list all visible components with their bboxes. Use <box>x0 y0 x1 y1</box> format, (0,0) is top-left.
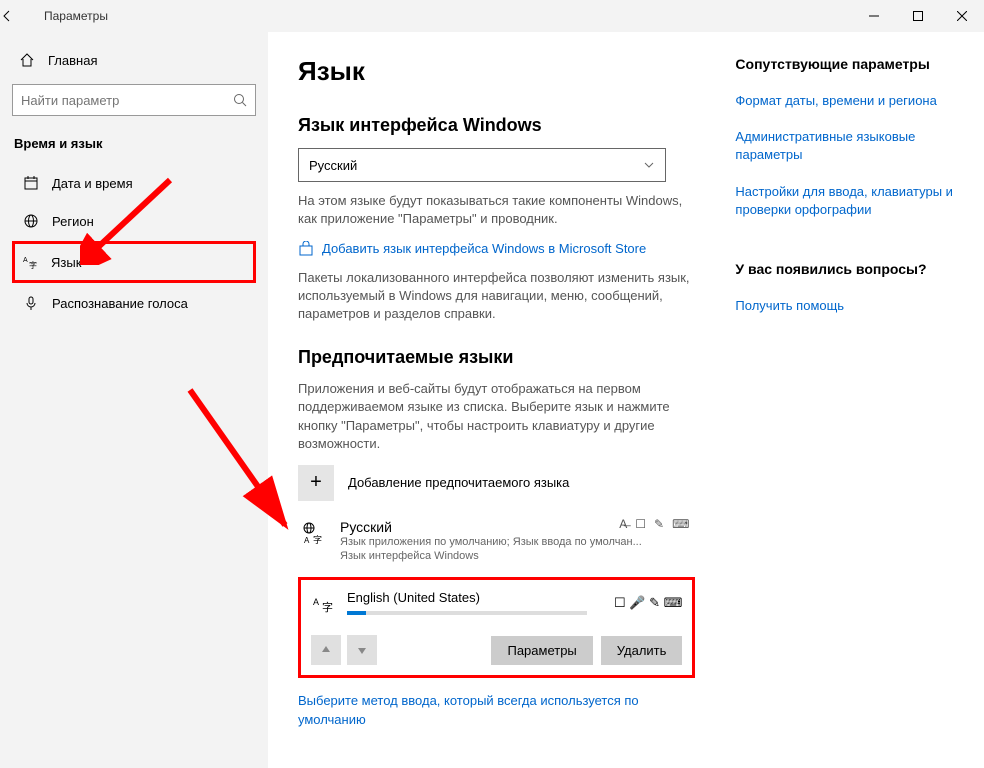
add-language-label: Добавление предпочитаемого языка <box>348 475 569 490</box>
packs-desc: Пакеты локализованного интерфейса позвол… <box>298 269 695 324</box>
back-button[interactable] <box>0 9 40 23</box>
move-down-button[interactable] <box>347 635 377 665</box>
move-up-button[interactable] <box>311 635 341 665</box>
sidebar-item-label: Язык <box>51 255 81 270</box>
search-icon <box>233 93 247 107</box>
language-item-russian[interactable]: A字 Русский Язык приложения по умолчанию;… <box>298 515 695 568</box>
related-link-date-format[interactable]: Формат даты, времени и региона <box>735 92 954 110</box>
page-title: Язык <box>298 56 695 87</box>
related-link-input-settings[interactable]: Настройки для ввода, клавиатуры и провер… <box>735 183 954 219</box>
handwriting-icon: ✎ <box>654 517 664 531</box>
home-label: Главная <box>48 53 97 68</box>
svg-text:A: A <box>23 257 28 264</box>
display-language-dropdown[interactable]: Русский <box>298 148 666 182</box>
chevron-down-icon <box>643 159 655 171</box>
related-heading: Сопутствующие параметры <box>735 56 954 72</box>
calendar-icon <box>22 175 40 191</box>
minimize-button[interactable] <box>852 0 896 32</box>
language-icon: A字 <box>311 591 335 615</box>
handwriting-icon: ✎ <box>649 595 660 610</box>
preferred-languages-desc: Приложения и веб-сайты будут отображатьс… <box>298 380 695 453</box>
language-sub1: Язык приложения по умолчанию; Язык ввода… <box>340 535 695 549</box>
language-feature-icons: A̶ ☐ ✎ ⌨ <box>619 517 689 531</box>
home-icon <box>18 52 36 68</box>
language-name: English (United States) <box>347 590 602 605</box>
display-language-desc: На этом языке будут показываться такие к… <box>298 192 695 228</box>
globe-icon <box>22 213 40 229</box>
svg-text:字: 字 <box>322 600 333 614</box>
window-title: Параметры <box>40 9 852 23</box>
language-icon: A字 <box>21 254 39 270</box>
search-box[interactable] <box>12 84 256 116</box>
sidebar-section-title: Время и язык <box>12 132 256 163</box>
language-remove-button[interactable]: Удалить <box>601 636 683 665</box>
svg-text:字: 字 <box>313 534 322 545</box>
display-icon: ☐ <box>635 517 646 531</box>
language-options-button[interactable]: Параметры <box>491 636 592 665</box>
preferred-languages-heading: Предпочитаемые языки <box>298 347 695 368</box>
add-language-button[interactable]: + <box>298 465 334 501</box>
sidebar-item-datetime[interactable]: Дата и время <box>12 165 256 201</box>
keyboard-icon: ⌨ <box>672 517 689 531</box>
install-progress <box>347 611 587 615</box>
search-input[interactable] <box>21 93 233 108</box>
related-link-admin-lang[interactable]: Административные языковые параметры <box>735 128 954 164</box>
add-display-lang-link[interactable]: Добавить язык интерфейса Windows в Micro… <box>322 240 646 258</box>
default-input-link[interactable]: Выберите метод ввода, который всегда исп… <box>298 693 639 726</box>
svg-text:字: 字 <box>29 260 37 270</box>
get-help-link[interactable]: Получить помощь <box>735 297 954 315</box>
microphone-icon <box>22 295 40 311</box>
display-icon: ☐ <box>614 595 626 610</box>
maximize-button[interactable] <box>896 0 940 32</box>
sidebar-item-label: Распознавание голоса <box>52 296 188 311</box>
text-to-speech-icon: A̶ <box>619 517 627 531</box>
sidebar-item-region[interactable]: Регион <box>12 203 256 239</box>
language-icon: A字 <box>298 519 328 564</box>
language-item-english-selected[interactable]: A字 English (United States) ☐ 🎤 ✎ ⌨ <box>298 577 695 678</box>
help-heading: У вас появились вопросы? <box>735 261 954 277</box>
store-icon <box>298 241 314 257</box>
speech-icon: 🎤 <box>629 595 645 610</box>
close-button[interactable] <box>940 0 984 32</box>
sidebar-item-label: Регион <box>52 214 94 229</box>
keyboard-icon: ⌨ <box>664 595 683 610</box>
dropdown-value: Русский <box>309 158 357 173</box>
display-language-heading: Язык интерфейса Windows <box>298 115 695 136</box>
svg-text:A: A <box>313 597 319 607</box>
language-feature-icons: ☐ 🎤 ✎ ⌨ <box>614 595 682 611</box>
svg-text:A: A <box>304 536 310 545</box>
sidebar-item-speech[interactable]: Распознавание голоса <box>12 285 256 321</box>
sidebar-item-label: Дата и время <box>52 176 133 191</box>
home-nav[interactable]: Главная <box>12 44 256 76</box>
sidebar-item-language[interactable]: A字 Язык <box>12 241 256 283</box>
language-sub2: Язык интерфейса Windows <box>340 549 695 563</box>
